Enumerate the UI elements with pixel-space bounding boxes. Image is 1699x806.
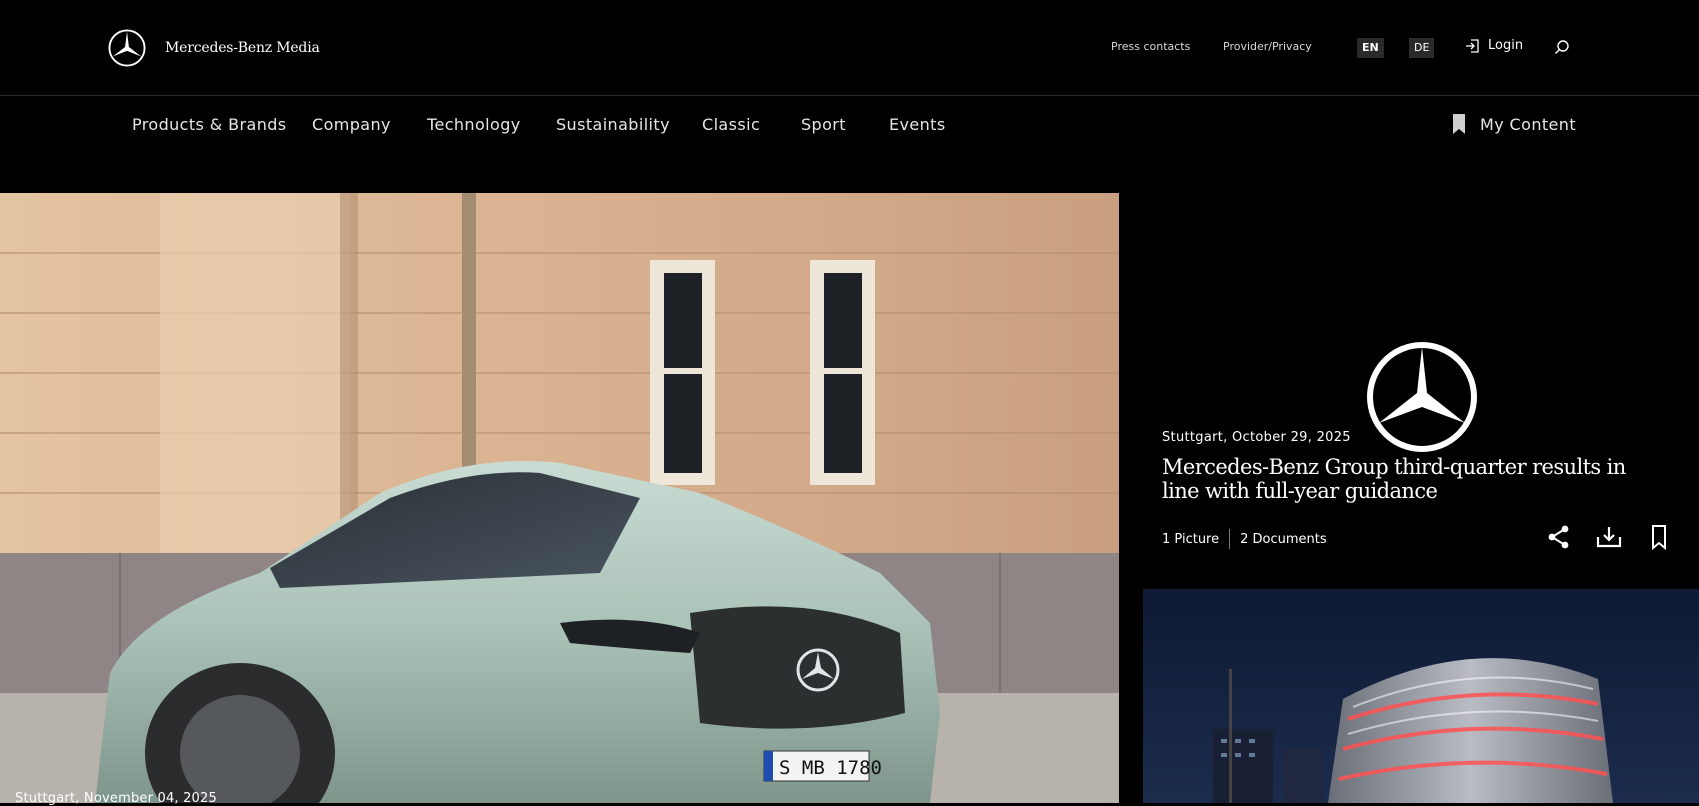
stats-divider [1229, 529, 1231, 549]
top-bar: Mercedes-Benz Media Press contacts Provi… [0, 0, 1699, 96]
login-icon [1466, 38, 1479, 53]
article-date: Stuttgart, October 29, 2025 [1162, 430, 1351, 445]
provider-privacy-link[interactable]: Provider/Privacy [1223, 40, 1312, 53]
share-icon[interactable] [1546, 524, 1572, 550]
press-contacts-link[interactable]: Press contacts [1111, 40, 1190, 53]
hero-caption: Stuttgart, November 04, 2025 [15, 791, 217, 806]
nav-item-sustainability[interactable]: Sustainability [556, 115, 670, 134]
language-de-button[interactable]: DE [1409, 38, 1435, 58]
download-icon[interactable] [1596, 524, 1622, 550]
bookmark-icon[interactable] [1646, 524, 1672, 550]
nav-item-sport[interactable]: Sport [801, 115, 846, 134]
museum-night-photo [1143, 589, 1699, 803]
nav-item-classic[interactable]: Classic [702, 115, 760, 134]
license-plate-text: S MB 1780 [779, 757, 882, 779]
second-article-image[interactable] [1143, 589, 1699, 803]
bookmark-icon [1453, 114, 1465, 134]
hero-car-photo: S MB 1780 [0, 193, 1119, 803]
my-content-link[interactable]: My Content [1452, 114, 1576, 134]
login-label: Login [1488, 38, 1524, 53]
hero-image[interactable]: S MB 1780 [0, 193, 1119, 803]
article-documents-count[interactable]: 2 Documents [1240, 532, 1327, 547]
login-button[interactable]: Login [1465, 38, 1523, 53]
article-stats: 1 Picture 2 Documents [1162, 529, 1327, 549]
article-pictures-count[interactable]: 1 Picture [1162, 532, 1219, 547]
nav-item-events[interactable]: Events [889, 115, 946, 134]
mercedes-star-logo-icon [108, 29, 146, 67]
mercedes-star-article-icon [1367, 342, 1477, 452]
search-icon[interactable] [1553, 38, 1571, 56]
nav-item-products-brands[interactable]: Products & Brands [132, 115, 287, 134]
my-content-label: My Content [1480, 114, 1576, 134]
nav-item-company[interactable]: Company [312, 115, 391, 134]
brand-name: Mercedes-Benz Media [165, 40, 320, 56]
language-en-button[interactable]: EN [1357, 38, 1384, 58]
brand-home-link[interactable]: Mercedes-Benz Media [108, 29, 320, 67]
article-title[interactable]: Mercedes-Benz Group third-quarter result… [1162, 455, 1662, 503]
nav-item-technology[interactable]: Technology [427, 115, 521, 134]
